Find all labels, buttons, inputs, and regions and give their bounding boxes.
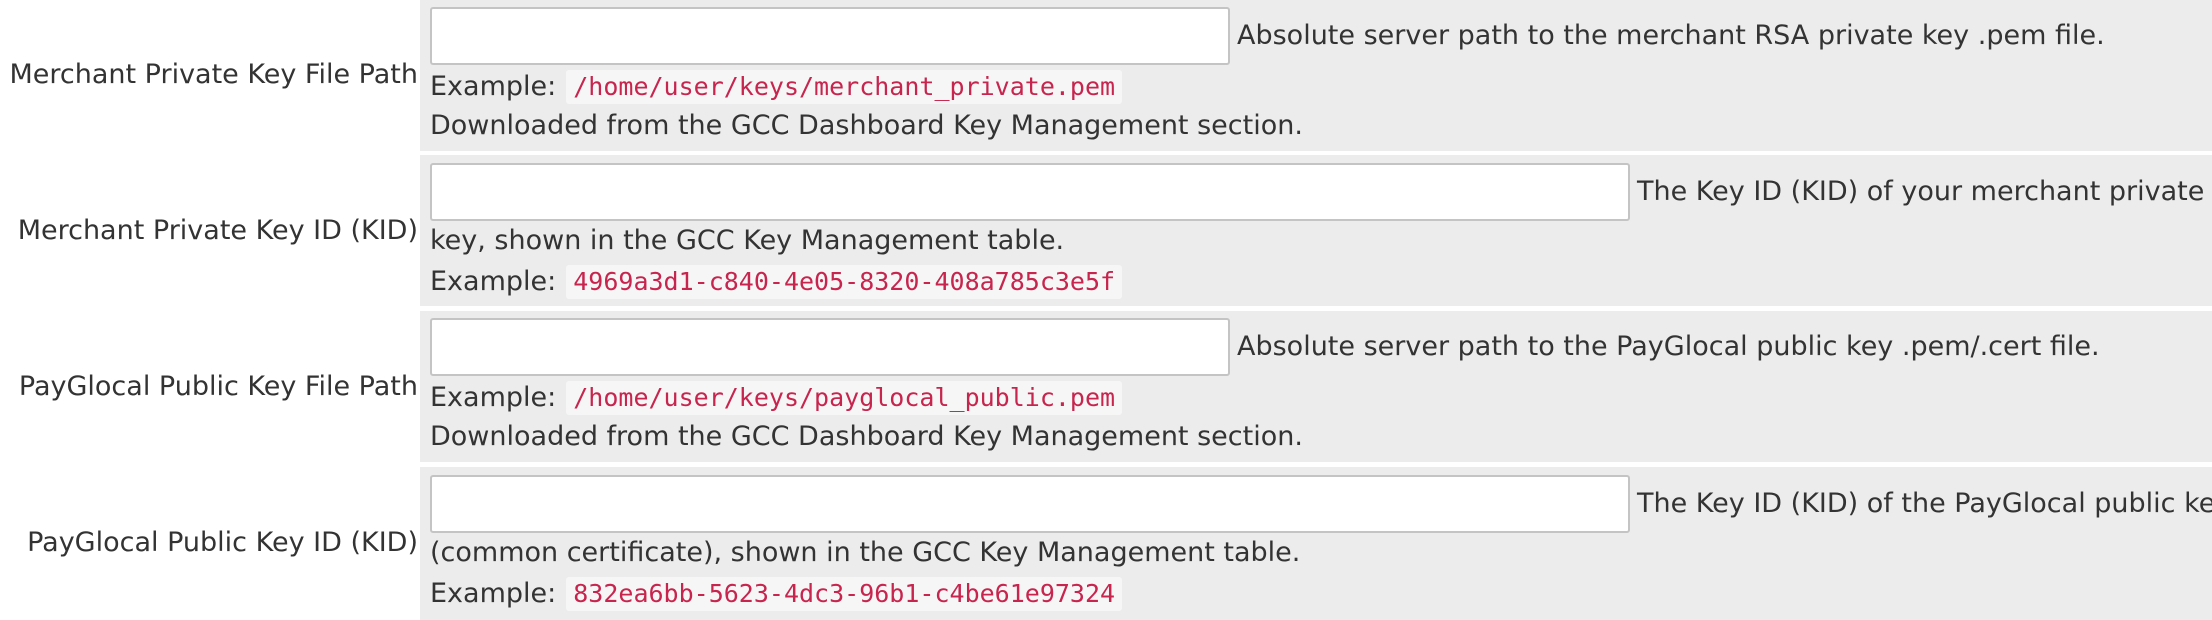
example-code: 832ea6bb-5623-4dc3-96b1-c4be61e97324	[566, 576, 1123, 611]
field-description-payglocal-public-key-path: Absolute server path to the PayGlocal pu…	[1237, 331, 2100, 362]
field-label-merchant-private-key-path: Merchant Private Key File Path	[9, 59, 418, 90]
form-row-merchant-private-key-path: Merchant Private Key File Path Absolute …	[0, 0, 2212, 151]
example-code: /home/user/keys/payglocal_public.pem	[566, 380, 1123, 415]
payglocal-public-key-id-input[interactable]	[430, 475, 1630, 533]
example-code: /home/user/keys/merchant_private.pem	[566, 69, 1123, 104]
example-code: 4969a3d1-c840-4e05-8320-408a785c3e5f	[566, 264, 1123, 299]
form-row-payglocal-public-key-path: PayGlocal Public Key File Path Absolute …	[0, 311, 2212, 462]
merchant-private-key-path-input[interactable]	[430, 7, 1230, 65]
field-label-merchant-private-key-id: Merchant Private Key ID (KID)	[17, 215, 418, 246]
example-label: Example:	[430, 265, 557, 297]
field-description-merchant-private-key-id-continued: key, shown in the GCC Key Management tab…	[430, 225, 1065, 256]
field-description-payglocal-public-key-id-continued: (common certificate), shown in the GCC K…	[430, 537, 1301, 568]
field-example-merchant-private-key-id: Example: 4969a3d1-c840-4e05-8320-408a785c…	[430, 261, 1123, 302]
field-description-payglocal-public-key-id: The Key ID (KID) of the PayGlocal public…	[1637, 488, 2212, 519]
field-label-payglocal-public-key-path: PayGlocal Public Key File Path	[18, 371, 418, 402]
payglocal-public-key-path-input[interactable]	[430, 318, 1230, 376]
field-cell-payglocal-public-key-path: Absolute server path to the PayGlocal pu…	[420, 311, 2212, 462]
field-example-payglocal-public-key-path: Example: /home/user/keys/payglocal_public…	[430, 377, 1123, 418]
field-example-payglocal-public-key-id: Example: 832ea6bb-5623-4dc3-96b1-c4be61e9…	[430, 573, 1123, 614]
field-cell-merchant-private-key-id: The Key ID (KID) of your merchant privat…	[420, 155, 2212, 306]
form-row-merchant-private-key-id: Merchant Private Key ID (KID) The Key ID…	[0, 155, 2212, 306]
merchant-private-key-id-input[interactable]	[430, 163, 1630, 221]
settings-form-table: Merchant Private Key File Path Absolute …	[0, 0, 2212, 620]
field-description-merchant-private-key-path: Absolute server path to the merchant RSA…	[1237, 20, 2105, 51]
example-label: Example:	[430, 70, 557, 102]
example-label: Example:	[430, 577, 557, 609]
field-description-merchant-private-key-id: The Key ID (KID) of your merchant privat…	[1637, 176, 2205, 207]
field-example-merchant-private-key-path: Example: /home/user/keys/merchant_private…	[430, 66, 1123, 107]
example-label: Example:	[430, 381, 557, 413]
field-cell-payglocal-public-key-id: The Key ID (KID) of the PayGlocal public…	[420, 467, 2212, 620]
field-cell-merchant-private-key-path: Absolute server path to the merchant RSA…	[420, 0, 2212, 151]
field-label-payglocal-public-key-id: PayGlocal Public Key ID (KID)	[27, 527, 418, 558]
field-note-merchant-private-key-path: Downloaded from the GCC Dashboard Key Ma…	[430, 110, 1303, 141]
field-note-payglocal-public-key-path: Downloaded from the GCC Dashboard Key Ma…	[430, 421, 1303, 452]
form-row-payglocal-public-key-id: PayGlocal Public Key ID (KID) The Key ID…	[0, 467, 2212, 620]
